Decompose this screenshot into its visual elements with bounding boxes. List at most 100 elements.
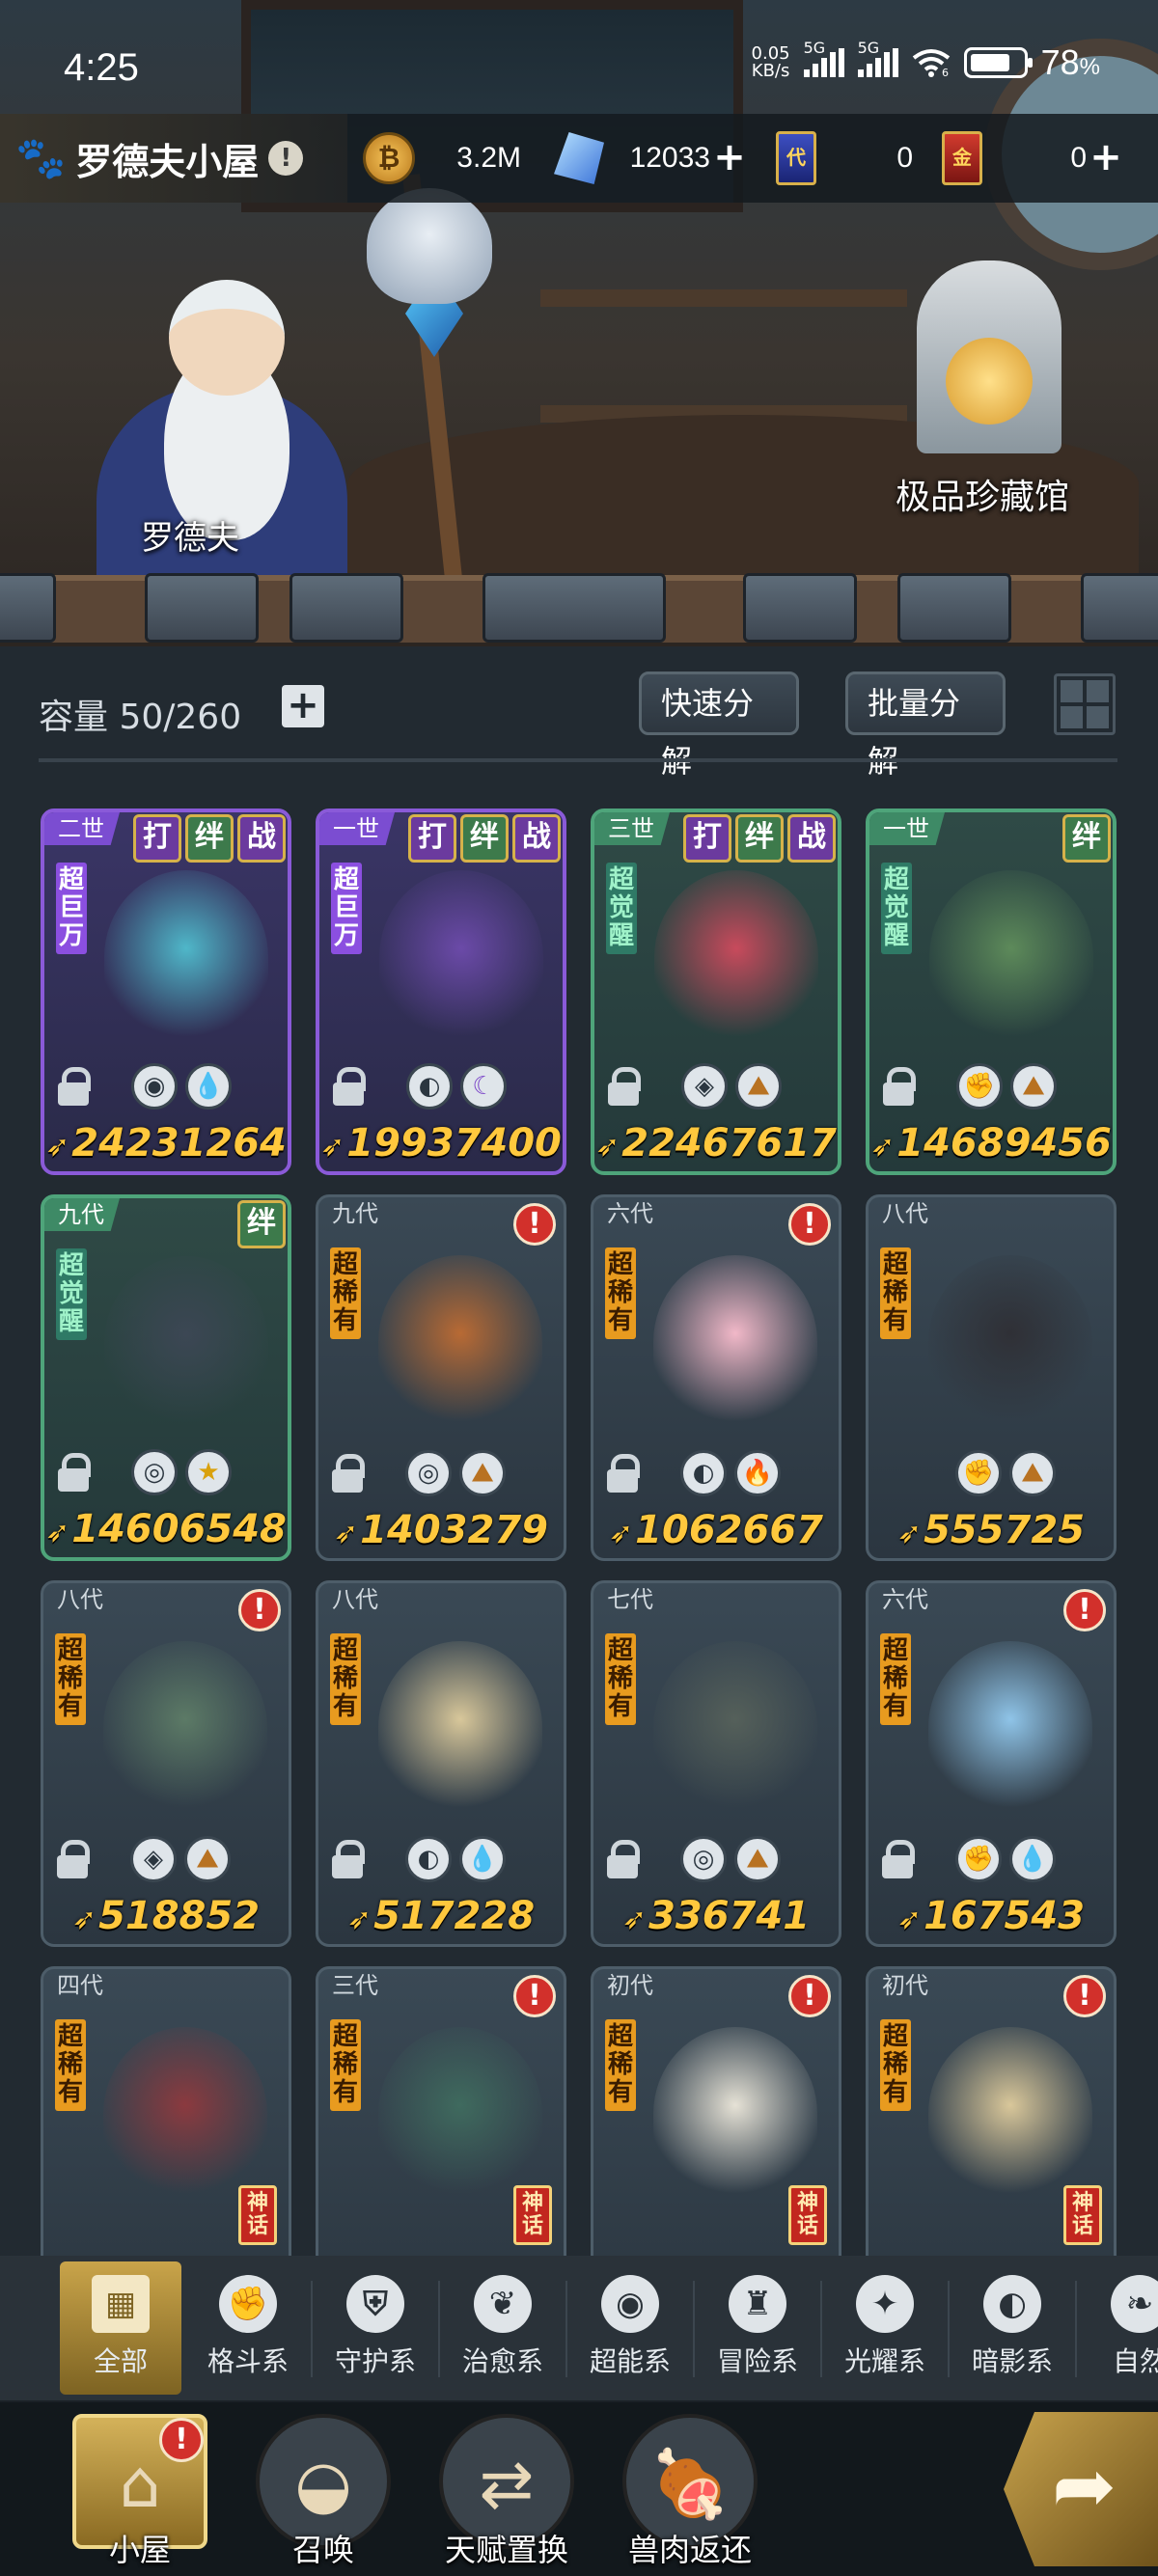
alert-icon: ! — [788, 1975, 831, 2017]
beast-card[interactable]: 六代! 超稀有 ◐🔥 1062667 — [591, 1194, 841, 1561]
nav-item-label: 天赋置换 — [444, 2532, 568, 2568]
rarity-label: 超稀有 — [330, 2019, 361, 2111]
lock-icon[interactable] — [605, 1454, 640, 1493]
quick-decompose-button[interactable]: 快速分解 — [639, 671, 799, 780]
beast-art — [654, 870, 818, 1044]
beast-art — [378, 1641, 542, 1815]
category-tab[interactable]: ✦ 光耀系 — [824, 2261, 950, 2395]
beast-card[interactable]: 二世打绊战超巨万 ◉💧 24231264 — [41, 808, 291, 1175]
generation-tag: 三世 — [594, 812, 670, 845]
power-value: 517228 — [318, 1894, 564, 1938]
beast-card[interactable]: 八代超稀有 ◐💧 517228 — [316, 1580, 566, 1947]
category-tab[interactable]: ◐ 暗影系 — [951, 2261, 1077, 2395]
scene-rail — [0, 573, 1158, 643]
card-traits-row: ◎ ★ — [44, 1447, 288, 1499]
skill-badge: 战 — [787, 814, 836, 863]
category-tab[interactable]: ❦ 治愈系 — [442, 2261, 567, 2395]
rarity-label: 超稀有 — [605, 2019, 636, 2111]
add-crystal-button[interactable]: + — [710, 138, 749, 178]
alert-icon: ! — [238, 1589, 281, 1631]
beast-card[interactable]: 一世打绊战超巨万 ◐☾ 19937400 — [316, 808, 566, 1175]
beast-card-grid: 二世打绊战超巨万◉💧24231264一世打绊战超巨万◐☾19937400三世打绊… — [41, 808, 1131, 2256]
nav-item[interactable]: ◒ 召唤 — [241, 2402, 405, 2576]
beast-card[interactable]: 九代! 超稀有 ◎⛰ 1403279 — [316, 1194, 566, 1561]
home-title-group[interactable]: 🐾 罗德夫小屋 ! — [0, 114, 347, 203]
beast-art — [653, 1641, 817, 1815]
category-tab[interactable]: ❧ 自然 — [1079, 2261, 1158, 2395]
resource-crystal: 12033 + — [554, 130, 766, 186]
category-tab[interactable]: ✊ 格斗系 — [187, 2261, 313, 2395]
beast-art — [104, 1256, 268, 1430]
beast-card[interactable]: 三世打绊战超觉醒 ◈⛰ 22467617 — [591, 808, 841, 1175]
rarity-label: 超稀有 — [880, 2019, 911, 2111]
category-tab[interactable]: ♜ 冒险系 — [697, 2261, 822, 2395]
beast-art — [379, 870, 543, 1044]
category-tab[interactable]: ⛨ 守护系 — [315, 2261, 440, 2395]
generation-tag: 初代 — [882, 1972, 928, 1999]
card-traits-row: ◐ 🔥 — [593, 1448, 839, 1500]
rarity-label: 超巨万 — [56, 863, 87, 954]
power-value: 1062667 — [593, 1508, 839, 1552]
lock-icon[interactable] — [331, 1067, 366, 1106]
beast-card[interactable]: 七代超稀有 ◎⛰ 336741 — [591, 1580, 841, 1947]
crystal-value: 12033 — [629, 142, 710, 174]
info-icon[interactable]: ! — [268, 141, 304, 176]
add-ticket-button[interactable]: + — [1087, 138, 1125, 178]
scene-shelf — [540, 289, 907, 307]
beast-card[interactable]: 一世 绊超觉醒 ✊⛰ 14689456 — [866, 808, 1117, 1175]
beast-card[interactable]: 八代超稀有 ✊⛰ 555725 — [866, 1194, 1117, 1561]
card-traits-row: ◐ 💧 — [318, 1834, 564, 1886]
alert-icon: ! — [513, 1975, 556, 2017]
screen: { "status_bar": { "time": "4:25", "net_s… — [0, 0, 1158, 2576]
category-tab-label: 治愈系 — [461, 2345, 543, 2377]
grid-view-icon[interactable] — [1054, 673, 1116, 735]
beast-card[interactable]: 八代! 超稀有 ◈⛰ 518852 — [41, 1580, 291, 1947]
card-traits-row: ◐ ☾ — [319, 1061, 563, 1113]
lock-icon[interactable] — [56, 1067, 91, 1106]
beast-card[interactable]: 四代 超稀有 神话 — [41, 1966, 291, 2256]
status-bar: 4:25 0.05 KB/s 5G 5G 6 78% — [0, 0, 1158, 116]
category-tab-label: 超能系 — [589, 2345, 671, 2377]
museum-label[interactable]: 极品珍藏馆 — [896, 469, 1069, 519]
nav-item[interactable]: 🍖 兽肉返还 — [608, 2402, 772, 2576]
skill-badge: 绊 — [460, 814, 509, 863]
element-icon: ◎ — [405, 1450, 452, 1496]
paw-icon: 🐾 — [15, 134, 67, 181]
lock-icon[interactable] — [605, 1840, 640, 1878]
beast-art — [653, 1255, 817, 1429]
beast-card[interactable]: 初代! 超稀有 神话 — [591, 1966, 841, 2256]
museum-throne-art[interactable] — [888, 232, 1081, 492]
lock-icon[interactable] — [881, 1067, 916, 1106]
gold-value: 3.2M — [456, 142, 521, 174]
skill-badge: 打 — [408, 814, 456, 863]
beast-card[interactable]: 六代! 超稀有 ✊💧 167543 — [866, 1580, 1117, 1947]
lock-icon[interactable] — [56, 1453, 91, 1492]
power-value: 518852 — [43, 1894, 289, 1938]
element-icon: ◎ — [131, 1449, 178, 1495]
battery-percent: 78% — [1040, 42, 1100, 82]
nav-item[interactable]: ⌂! 小屋 — [58, 2402, 222, 2576]
lock-icon[interactable] — [880, 1840, 915, 1878]
lock-icon[interactable] — [606, 1067, 641, 1106]
category-tab[interactable]: ◉ 超能系 — [569, 2261, 695, 2395]
beast-card[interactable]: 三代! 超稀有 神话 — [316, 1966, 566, 2256]
leaf-icon: ❧ — [1111, 2275, 1158, 2333]
nav-item-label: 召唤 — [291, 2532, 354, 2568]
category-tab[interactable]: ▦ 全部 — [60, 2261, 181, 2395]
skill-badges: 打绊战 — [683, 814, 836, 863]
lock-icon[interactable] — [55, 1840, 90, 1878]
batch-decompose-button[interactable]: 批量分解 — [845, 671, 1006, 780]
nav-item[interactable]: ⇄ 天赋置换 — [425, 2402, 589, 2576]
element-icon: ◐ — [680, 1450, 727, 1496]
lock-icon[interactable] — [330, 1454, 365, 1493]
element-icon: ◐ — [405, 1836, 452, 1882]
beast-art — [378, 2027, 542, 2201]
lock-icon[interactable] — [330, 1840, 365, 1878]
owl-art — [367, 188, 492, 304]
expand-capacity-button[interactable]: + — [282, 685, 324, 727]
element-icon: ◐ — [406, 1063, 453, 1110]
beast-card[interactable]: 九代 绊超觉醒 ◎★ 14606548 — [41, 1194, 291, 1561]
beast-card[interactable]: 初代! 超稀有 神话 — [866, 1966, 1117, 2256]
go-arrow-button[interactable]: ➦ — [1004, 2412, 1158, 2566]
element-icon: 🔥 — [734, 1450, 781, 1496]
